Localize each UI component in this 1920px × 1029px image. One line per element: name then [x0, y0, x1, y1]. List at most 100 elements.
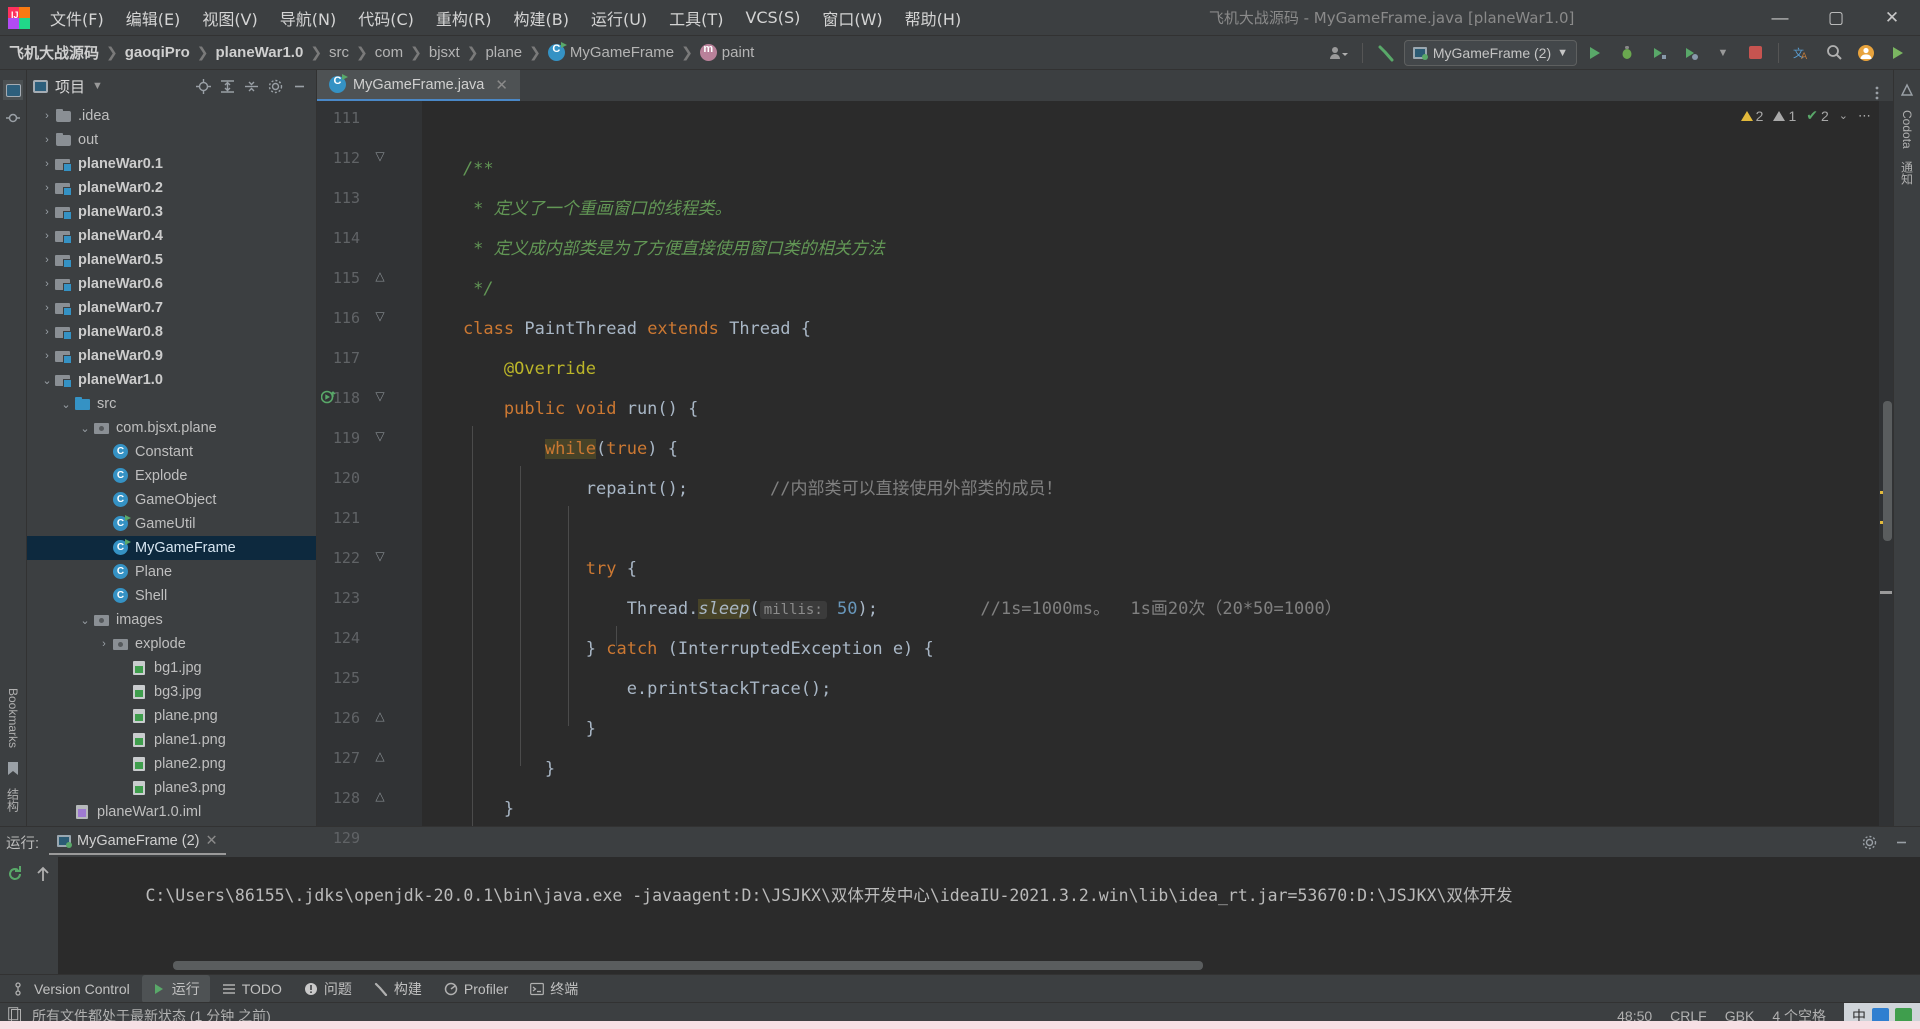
- code-line[interactable]: }: [422, 749, 555, 789]
- rerun-icon[interactable]: [2, 861, 28, 887]
- marker-weak-warning[interactable]: [1880, 591, 1892, 594]
- tree-node-bg3.jpg[interactable]: bg3.jpg: [27, 680, 316, 704]
- tree-node-plane1.png[interactable]: plane1.png: [27, 728, 316, 752]
- scroll-up-icon[interactable]: [30, 861, 56, 887]
- tool-window-version-control[interactable]: Version Control: [4, 977, 140, 1001]
- coverage-icon[interactable]: [1645, 40, 1673, 66]
- breadcrumb-item-project[interactable]: 飞机大战源码: [6, 40, 102, 65]
- console-horizontal-scrollbar[interactable]: [173, 961, 1890, 970]
- rail-structure-tab[interactable]: 结构: [3, 782, 24, 818]
- tree-node-planewar0.5[interactable]: › planeWar0.5: [27, 248, 316, 272]
- chevron-right-icon[interactable]: ›: [39, 182, 55, 194]
- hide-panel-icon[interactable]: [288, 75, 310, 97]
- chevron-down-icon[interactable]: ⌄: [77, 614, 93, 627]
- settings-gear-icon[interactable]: [264, 75, 286, 97]
- rail-commit-icon[interactable]: [3, 108, 23, 128]
- code-line[interactable]: /**: [422, 149, 494, 189]
- inspection-options-icon[interactable]: ⋯: [1858, 108, 1871, 124]
- code-line[interactable]: } catch (InterruptedException e) {: [422, 629, 934, 669]
- inspection-ok-count[interactable]: ✔ 2: [1806, 107, 1829, 124]
- tool-window-build[interactable]: 构建: [364, 975, 432, 1003]
- chevron-right-icon[interactable]: ›: [39, 158, 55, 170]
- translate-icon[interactable]: 文A: [1788, 40, 1816, 66]
- close-icon[interactable]: ✕: [206, 833, 218, 849]
- fold-marker[interactable]: △: [373, 789, 387, 803]
- collapse-all-icon[interactable]: [240, 75, 262, 97]
- tree-node-out[interactable]: › out: [27, 128, 316, 152]
- tree-node-mygameframe[interactable]: MyGameFrame: [27, 536, 316, 560]
- fold-marker[interactable]: ▽: [373, 149, 387, 163]
- tree-node-plane2.png[interactable]: plane2.png: [27, 752, 316, 776]
- breadcrumb-item-plane[interactable]: plane: [482, 42, 525, 63]
- rail-project-icon[interactable]: [3, 80, 23, 100]
- code-line[interactable]: @Override: [422, 349, 596, 389]
- chevron-down-icon[interactable]: ⌄: [39, 374, 55, 387]
- fold-marker[interactable]: ▽: [373, 549, 387, 563]
- tree-node-shell[interactable]: Shell: [27, 584, 316, 608]
- chevron-down-icon[interactable]: ⌄: [77, 422, 93, 435]
- tree-node-explode[interactable]: › explode: [27, 632, 316, 656]
- tree-node-planewar0.6[interactable]: › planeWar0.6: [27, 272, 316, 296]
- tree-node-planewar0.4[interactable]: › planeWar0.4: [27, 224, 316, 248]
- tree-node-bg1.jpg[interactable]: bg1.jpg: [27, 656, 316, 680]
- run-icon[interactable]: [1581, 40, 1609, 66]
- maven-icon[interactable]: [1897, 80, 1917, 100]
- chevron-right-icon[interactable]: ›: [39, 206, 55, 218]
- hide-panel-icon[interactable]: [1888, 829, 1914, 855]
- code-line[interactable]: try {: [422, 549, 637, 589]
- menu-navigate[interactable]: 导航(N): [270, 2, 346, 34]
- debug-icon[interactable]: [1613, 40, 1641, 66]
- chevron-down-icon[interactable]: ⌄: [58, 398, 74, 411]
- bookmark-icon[interactable]: [3, 758, 23, 778]
- tree-node-plane[interactable]: Plane: [27, 560, 316, 584]
- editor-tab-mygameframe[interactable]: MyGameFrame.java ✕: [317, 70, 520, 101]
- code-line[interactable]: repaint(); //内部类可以直接使用外部类的成员！: [422, 469, 1063, 509]
- chevron-right-icon[interactable]: ›: [96, 638, 112, 650]
- fold-marker[interactable]: △: [373, 709, 387, 723]
- breadcrumb-item-com[interactable]: com: [372, 42, 406, 63]
- menu-view[interactable]: 视图(V): [192, 2, 267, 34]
- code-line[interactable]: while(true) {: [422, 429, 678, 469]
- tool-window-todo[interactable]: TODO: [212, 977, 292, 1001]
- code-line[interactable]: * 定义成内部类是为了方便直接使用窗口类的相关方法: [422, 229, 884, 269]
- tree-node-.idea[interactable]: › .idea: [27, 104, 316, 128]
- tool-window-run[interactable]: 运行: [141, 974, 210, 1003]
- settings-gear-icon[interactable]: [1856, 829, 1882, 855]
- menu-tools[interactable]: 工具(T): [659, 2, 733, 34]
- user-icon[interactable]: [1325, 40, 1353, 66]
- tree-node-planewar0.8[interactable]: › planeWar0.8: [27, 320, 316, 344]
- console-output[interactable]: C:\Users\86155\.jdks\openjdk-20.0.1\bin\…: [58, 857, 1920, 974]
- chevron-right-icon[interactable]: ›: [39, 134, 55, 146]
- chevron-down-icon[interactable]: ⌄: [1839, 109, 1848, 122]
- code-line[interactable]: Thread.sleep(millis: 50); //1s=1000ms。 1…: [422, 589, 1342, 629]
- code-line[interactable]: e.printStackTrace();: [422, 669, 832, 709]
- chevron-right-icon[interactable]: ›: [39, 326, 55, 338]
- breadcrumb-item-class[interactable]: MyGameFrame: [545, 42, 677, 63]
- expand-all-icon[interactable]: [216, 75, 238, 97]
- chevron-right-icon[interactable]: ›: [39, 230, 55, 242]
- tree-node-com.bjsxt.plane[interactable]: ⌄ com.bjsxt.plane: [27, 416, 316, 440]
- chevron-right-icon[interactable]: ›: [39, 110, 55, 122]
- tree-node-gameobject[interactable]: GameObject: [27, 488, 316, 512]
- rail-codota-tab[interactable]: Codota: [1898, 104, 1916, 155]
- tree-node-planewar0.9[interactable]: › planeWar0.9: [27, 344, 316, 368]
- tree-node-plane.png[interactable]: plane.png: [27, 704, 316, 728]
- code-content[interactable]: /** * 定义了一个重画窗口的线程类。 * 定义成内部类是为了方便直接使用窗口…: [422, 101, 1879, 826]
- rail-bookmarks-tab[interactable]: Bookmarks: [4, 682, 22, 754]
- tree-node-src[interactable]: ⌄ src: [27, 392, 316, 416]
- menu-window[interactable]: 窗口(W): [812, 2, 892, 34]
- close-button[interactable]: ✕: [1864, 0, 1920, 36]
- tree-node-planewar0.3[interactable]: › planeWar0.3: [27, 200, 316, 224]
- tree-node-gameutil[interactable]: GameUtil: [27, 512, 316, 536]
- menu-build[interactable]: 构建(B): [504, 2, 579, 34]
- tree-node-images[interactable]: ⌄ images: [27, 608, 316, 632]
- menu-code[interactable]: 代码(C): [348, 2, 424, 34]
- chevron-down-icon[interactable]: ▼: [1709, 40, 1737, 66]
- tree-node-planewar1.0[interactable]: ⌄ planeWar1.0: [27, 368, 316, 392]
- tool-window-problems[interactable]: 问题: [294, 975, 362, 1003]
- tool-window-terminal[interactable]: 终端: [520, 975, 588, 1003]
- menu-edit[interactable]: 编辑(E): [116, 2, 191, 34]
- menu-help[interactable]: 帮助(H): [895, 2, 972, 34]
- tree-node-planewar0.7[interactable]: › planeWar0.7: [27, 296, 316, 320]
- chevron-right-icon[interactable]: ›: [39, 302, 55, 314]
